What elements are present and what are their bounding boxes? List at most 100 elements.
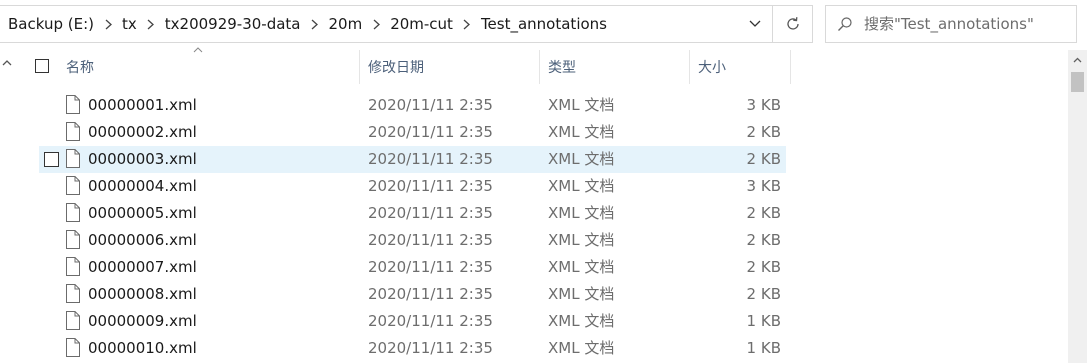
file-name[interactable]: 00000008.xml: [88, 281, 197, 308]
column-header-name[interactable]: 名称: [66, 50, 94, 84]
file-name[interactable]: 00000001.xml: [88, 92, 197, 119]
file-name[interactable]: 00000005.xml: [88, 200, 197, 227]
file-row[interactable]: 00000009.xml 2020/11/11 2:35 XML 文档 1 KB: [39, 308, 786, 335]
file-row[interactable]: 00000003.xml 2020/11/11 2:35 XML 文档 2 KB: [39, 146, 786, 173]
file-row[interactable]: 00000005.xml 2020/11/11 2:35 XML 文档 2 KB: [39, 200, 786, 227]
scroll-up-button[interactable]: [1068, 50, 1087, 70]
file-name[interactable]: 00000004.xml: [88, 173, 197, 200]
document-icon: [66, 257, 80, 276]
select-all-checkbox[interactable]: [35, 59, 49, 73]
file-type: XML 文档: [548, 123, 615, 141]
file-icon: [66, 311, 80, 334]
search-icon: [826, 16, 864, 32]
file-modified-date: 2020/11/11 2:35: [368, 123, 493, 141]
breadcrumb-separator[interactable]: [362, 19, 390, 30]
breadcrumb-separator[interactable]: [300, 19, 328, 30]
file-type: XML 文档: [548, 285, 615, 303]
file-size: 2 KB: [746, 204, 781, 222]
column-header-modified[interactable]: 修改日期: [368, 50, 424, 84]
search-input[interactable]: [864, 15, 1064, 33]
breadcrumb-separator[interactable]: [94, 19, 122, 30]
file-size: 2 KB: [746, 231, 781, 249]
file-row[interactable]: 00000007.xml 2020/11/11 2:35 XML 文档 2 KB: [39, 254, 786, 281]
file-type: XML 文档: [548, 312, 615, 330]
chevron-right-icon: [373, 19, 380, 29]
column-header-modified-label: 修改日期: [368, 60, 424, 76]
document-icon: [66, 284, 80, 303]
file-modified-date: 2020/11/11 2:35: [368, 177, 493, 195]
file-size: 2 KB: [746, 150, 781, 168]
breadcrumb-separator[interactable]: [137, 19, 165, 30]
file-size: 2 KB: [746, 123, 781, 141]
file-name[interactable]: 00000006.xml: [88, 227, 197, 254]
column-header-name-label: 名称: [66, 60, 94, 76]
file-modified-date: 2020/11/11 2:35: [368, 258, 493, 276]
row-checkbox[interactable]: [44, 152, 59, 167]
file-size: 2 KB: [746, 258, 781, 276]
breadcrumb-item[interactable]: Backup (E:): [8, 15, 94, 33]
file-size: 2 KB: [746, 285, 781, 303]
file-name[interactable]: 00000007.xml: [88, 254, 197, 281]
file-type: XML 文档: [548, 204, 615, 222]
file-modified-date: 2020/11/11 2:35: [368, 285, 493, 303]
file-size: 1 KB: [746, 312, 781, 330]
breadcrumb-item[interactable]: 20m: [328, 15, 362, 33]
column-divider[interactable]: [359, 50, 360, 84]
file-name[interactable]: 00000003.xml: [88, 146, 197, 173]
breadcrumb-item[interactable]: 20m-cut: [390, 15, 453, 33]
column-divider[interactable]: [790, 50, 791, 84]
column-divider[interactable]: [689, 50, 690, 84]
file-icon: [66, 149, 80, 172]
scroll-thumb[interactable]: [1071, 72, 1084, 92]
document-icon: [66, 203, 80, 222]
refresh-icon: [786, 17, 799, 30]
history-dropdown-button[interactable]: [738, 6, 772, 42]
file-modified-date: 2020/11/11 2:35: [368, 150, 493, 168]
column-header-size[interactable]: 大小: [698, 50, 726, 84]
file-icon: [66, 122, 80, 145]
document-icon: [66, 230, 80, 249]
file-row[interactable]: 00000002.xml 2020/11/11 2:35 XML 文档 2 KB: [39, 119, 786, 146]
file-modified-date: 2020/11/11 2:35: [368, 204, 493, 222]
file-row[interactable]: 00000004.xml 2020/11/11 2:35 XML 文档 3 KB: [39, 173, 786, 200]
file-row[interactable]: 00000008.xml 2020/11/11 2:35 XML 文档 2 KB: [39, 281, 786, 308]
column-header-size-label: 大小: [698, 60, 726, 76]
file-row[interactable]: 00000001.xml 2020/11/11 2:35 XML 文档 3 KB: [39, 92, 786, 119]
file-size: 1 KB: [746, 339, 781, 357]
column-header-type[interactable]: 类型: [548, 50, 576, 84]
file-name[interactable]: 00000009.xml: [88, 308, 197, 335]
breadcrumb-item[interactable]: tx200929-30-data: [165, 15, 301, 33]
address-bar[interactable]: Backup (E:) tx tx200929-30-data 20m 20m-cut T…: [0, 5, 773, 43]
file-name[interactable]: 00000002.xml: [88, 119, 197, 146]
refresh-button[interactable]: [773, 5, 813, 43]
file-type: XML 文档: [548, 231, 615, 249]
document-icon: [66, 311, 80, 330]
file-icon: [66, 338, 80, 361]
breadcrumb-item[interactable]: Test_annotations: [481, 15, 607, 33]
file-icon: [66, 95, 80, 118]
file-type: XML 文档: [548, 177, 615, 195]
file-type: XML 文档: [548, 339, 615, 357]
file-type: XML 文档: [548, 258, 615, 276]
vertical-scrollbar[interactable]: [1068, 50, 1087, 363]
chevron-right-icon: [147, 19, 155, 29]
file-size: 3 KB: [746, 96, 781, 114]
file-row[interactable]: 00000006.xml 2020/11/11 2:35 XML 文档 2 KB: [39, 227, 786, 254]
breadcrumb-separator[interactable]: [453, 19, 481, 30]
document-icon: [66, 149, 80, 168]
file-name[interactable]: 00000010.xml: [88, 335, 197, 362]
breadcrumb-item[interactable]: tx: [122, 15, 137, 33]
breadcrumb: Backup (E:) tx tx200929-30-data 20m 20m-cut T…: [0, 15, 738, 33]
file-type: XML 文档: [548, 150, 615, 168]
file-icon: [66, 284, 80, 307]
file-icon: [66, 176, 80, 199]
column-divider[interactable]: [539, 50, 540, 84]
file-row[interactable]: 00000010.xml 2020/11/11 2:35 XML 文档 1 KB: [39, 335, 786, 362]
search-box[interactable]: [825, 5, 1077, 43]
document-icon: [66, 95, 80, 114]
file-modified-date: 2020/11/11 2:35: [368, 339, 493, 357]
chevron-right-icon: [464, 19, 471, 29]
chevron-right-icon: [105, 19, 112, 29]
file-type: XML 文档: [548, 96, 615, 114]
file-size: 3 KB: [746, 177, 781, 195]
